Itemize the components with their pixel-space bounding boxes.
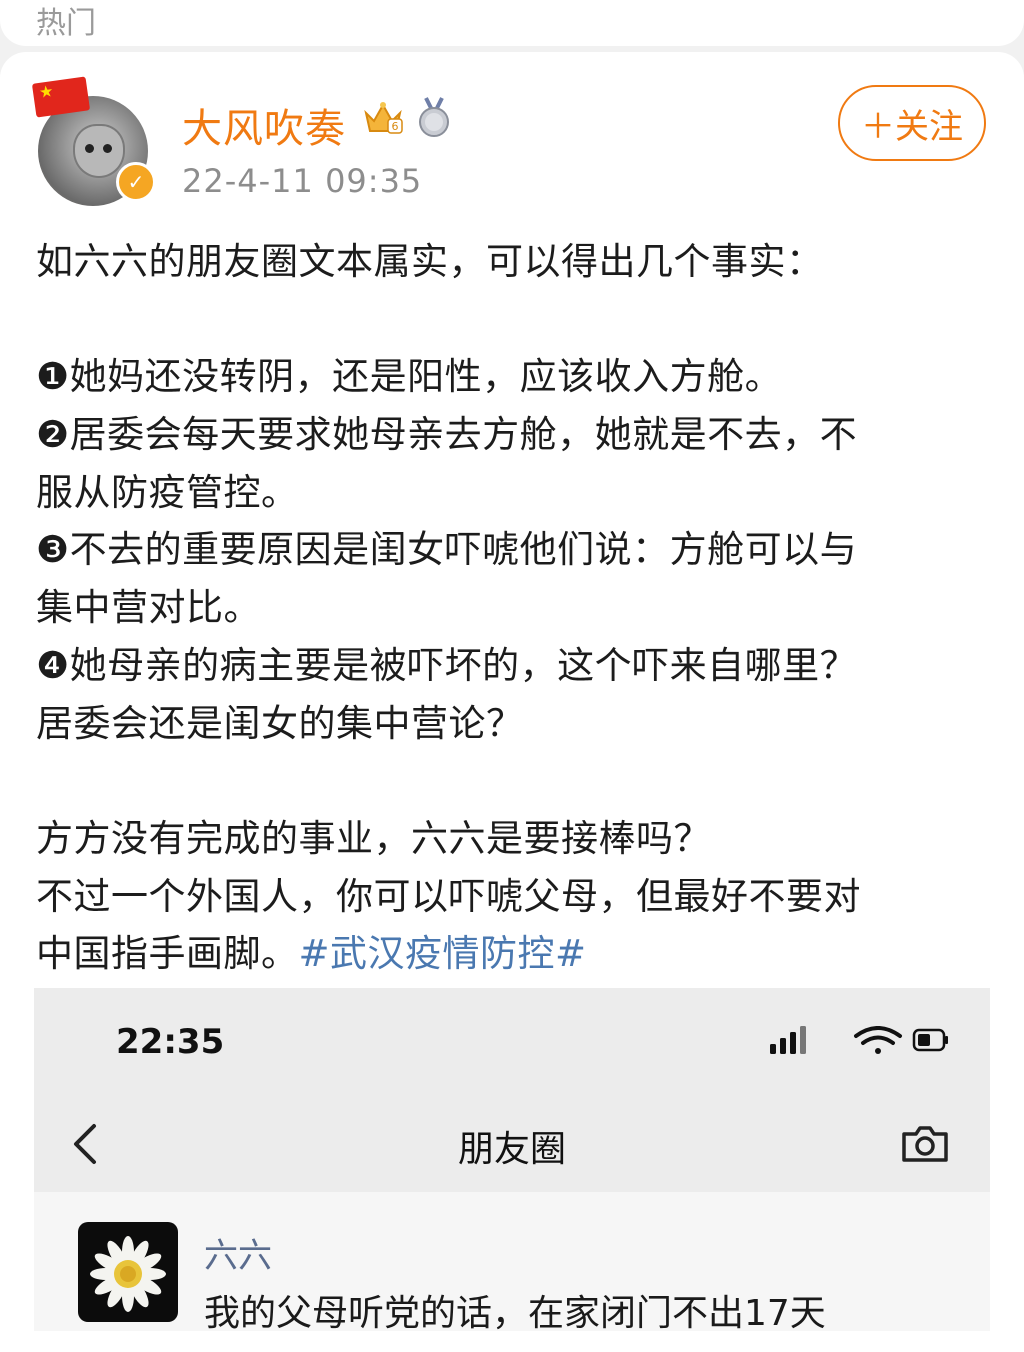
post-last-line: 中国指手画脚。#武汉疫情防控# bbox=[36, 925, 991, 983]
post-line: ❶她妈还没转阴，还是阳性，应该收入方舱。 bbox=[36, 355, 783, 399]
author-name[interactable]: 大风吹奏 bbox=[182, 96, 346, 154]
svg-text:6: 6 bbox=[392, 120, 399, 133]
battery-icon bbox=[912, 1028, 948, 1052]
author-avatar[interactable]: ★ ✓ bbox=[31, 76, 156, 206]
vip-crown-icon[interactable]: 6 bbox=[362, 99, 404, 137]
status-icons bbox=[770, 1026, 948, 1054]
cat-face-icon bbox=[73, 124, 125, 178]
top-tab-bar: 热门 bbox=[0, 0, 1024, 46]
post-line: 服从防疫管控。 bbox=[36, 470, 299, 514]
verified-icon: ✓ bbox=[116, 162, 156, 202]
post-text: 如六六的朋友圈文本属实，可以得出几个事实： ❶她妈还没转阴，还是阳性，应该收入方… bbox=[36, 233, 991, 983]
post-line-text: 中国指手画脚。 bbox=[36, 932, 299, 976]
signal-icon bbox=[770, 1026, 806, 1054]
post-line: ❷居委会每天要求她母亲去方舱，她就是不去，不 bbox=[36, 413, 858, 457]
post-line: ❸不去的重要原因是闺女吓唬他们说：方舱可以与 bbox=[36, 528, 858, 572]
embedded-nav-bar: 朋友圈 bbox=[34, 1092, 990, 1192]
post-timestamp: 22-4-11 09:35 bbox=[182, 162, 423, 200]
friend-name[interactable]: 六六 bbox=[204, 1228, 272, 1277]
follow-button[interactable]: ＋关注 bbox=[838, 85, 986, 161]
wifi-icon bbox=[854, 1026, 902, 1054]
post-line: 居委会还是闺女的集中营论？ bbox=[36, 701, 524, 745]
post-line: 如六六的朋友圈文本属实，可以得出几个事实： bbox=[36, 240, 824, 283]
embedded-status-bar: 22:35 bbox=[34, 988, 990, 1092]
chrysanthemum-avatar[interactable] bbox=[78, 1222, 178, 1322]
friend-post-text: 我的父母听党的话，在家闭门不出17天 bbox=[204, 1293, 826, 1331]
post-line: 集中营对比。 bbox=[36, 586, 261, 630]
moments-title: 朋友圈 bbox=[457, 1129, 566, 1170]
hashtag-link[interactable]: #武汉疫情防控# bbox=[299, 932, 587, 975]
status-time: 22:35 bbox=[116, 1022, 225, 1062]
medal-icon[interactable] bbox=[414, 96, 454, 138]
camera-icon[interactable] bbox=[900, 1124, 950, 1164]
flower-icon bbox=[90, 1236, 166, 1312]
moments-post: 六六 我的父母听党的话，在家闭门不出17天 bbox=[34, 1192, 990, 1331]
tab-hot-label[interactable]: 热门 bbox=[36, 0, 96, 42]
post-line: 不过一个外国人，你可以吓唬父母，但最好不要对 bbox=[36, 874, 861, 918]
embedded-screenshot[interactable]: 22:35 朋友圈 六六 我的父母听党的话，在家闭门不出17天 bbox=[34, 988, 990, 1331]
post-line: 方方没有完成的事业，六六是要接棒吗？ bbox=[36, 816, 711, 860]
post-line: ❹她母亲的病主要是被吓坏的，这个吓来自哪里？ bbox=[36, 643, 858, 687]
